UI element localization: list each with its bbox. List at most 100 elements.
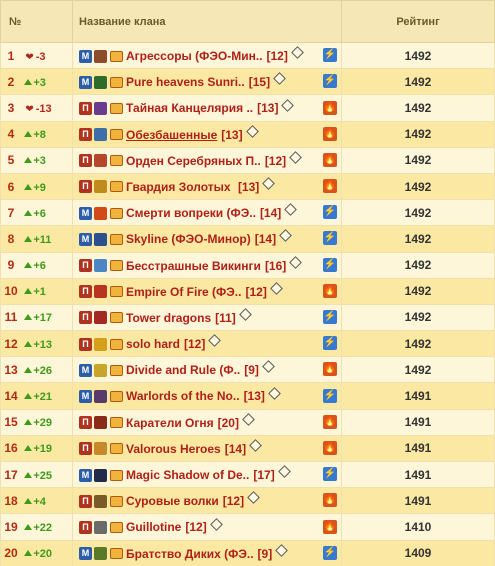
info-icon[interactable]: [275, 543, 289, 557]
rank-number: 2: [7, 74, 15, 89]
info-icon[interactable]: [277, 465, 291, 479]
clan-name-link[interactable]: Guillotine: [126, 520, 181, 534]
info-icon[interactable]: [284, 203, 298, 217]
rating-value: 1491: [341, 382, 495, 410]
info-icon[interactable]: [273, 72, 286, 86]
crown-icon: [110, 260, 123, 271]
arrow-up-icon: [24, 209, 33, 216]
clan-name-link[interactable]: Tower dragons: [126, 311, 211, 325]
rating-value: 1492: [341, 146, 495, 174]
clan-name-link[interactable]: Орден Серебряных П..: [126, 154, 261, 168]
info-icon[interactable]: [289, 255, 303, 269]
clan-name-link[interactable]: Суровые волки: [126, 494, 219, 508]
clan-name-link[interactable]: Агрессоры (ФЭО-Мин..: [126, 49, 263, 63]
rank-cell: 17 +25: [0, 460, 73, 489]
rank-cell: 9 +6: [0, 251, 73, 279]
fire-side-icon: 🔥: [323, 440, 337, 455]
info-icon[interactable]: [249, 439, 262, 452]
rank-change: +6: [33, 260, 46, 273]
info-icon[interactable]: [289, 151, 303, 164]
clan-emblem-icon: [94, 154, 107, 168]
clan-cell: П Tower dragons [11] ⚡: [72, 303, 342, 332]
rank-cell: 12 +13: [0, 330, 73, 358]
clan-cell: П Обезбашенные [13] 🔥: [72, 120, 342, 148]
clan-level: [17]: [253, 468, 275, 482]
crown-icon: [110, 469, 123, 481]
info-icon[interactable]: [262, 177, 276, 190]
clan-name-link[interactable]: Pure heavens Sunri..: [126, 75, 245, 89]
rating-value: 1492: [341, 225, 495, 253]
crown-icon: [110, 364, 123, 376]
light-side-icon: ⚡: [323, 74, 337, 89]
info-icon[interactable]: [238, 308, 252, 321]
clan-level: [12]: [264, 153, 287, 168]
light-side-icon: ⚡: [323, 48, 337, 63]
table-row: 16 +19 П Valorous Heroes [14] 🔥 1491: [0, 434, 495, 463]
table-row: 3 ❤ -13 П Тайная Канцелярия .. [13] 🔥 1492: [0, 94, 495, 122]
faction-icon: M: [79, 389, 92, 403]
table-row: 10 +1 П Empire Of Fire (ФЭ.. [12] 🔥 1492: [0, 277, 495, 305]
clan-name-link[interactable]: Valorous Heroes: [126, 442, 221, 456]
clan-name-link[interactable]: Бесстрашные Викинги: [126, 259, 261, 273]
arrow-up-icon: [24, 445, 33, 452]
info-icon[interactable]: [269, 281, 283, 295]
clan-level: [16]: [264, 258, 287, 273]
clan-emblem-icon: [94, 337, 107, 351]
clan-emblem-icon: [94, 259, 107, 272]
rank-cell: 3 ❤ -13: [0, 94, 73, 122]
faction-icon: П: [79, 416, 92, 430]
info-icon[interactable]: [208, 334, 222, 348]
clan-emblem-icon: [94, 75, 107, 89]
clan-name-link[interactable]: Смерти вопреки (ФЭ..: [126, 206, 256, 220]
rank-change: +26: [33, 364, 53, 377]
info-icon[interactable]: [279, 229, 292, 243]
faction-icon: П: [79, 520, 92, 534]
clan-name-link[interactable]: Братство Диких (ФЭ..: [126, 547, 254, 561]
rating-value: 1410: [341, 513, 495, 541]
info-icon[interactable]: [290, 46, 304, 60]
faction-icon: П: [79, 101, 92, 115]
clan-name-link[interactable]: Каратели Огня: [126, 416, 214, 430]
clan-name-link[interactable]: Empire Of Fire (ФЭ..: [126, 285, 241, 299]
info-icon[interactable]: [209, 517, 223, 531]
rating-value: 1492: [341, 303, 495, 332]
clan-level: [12]: [266, 49, 288, 63]
clan-name-link[interactable]: Warlords of the No..: [126, 389, 240, 403]
clan-name-link[interactable]: Magic Shadow of De..: [126, 468, 249, 482]
info-icon[interactable]: [268, 386, 281, 400]
info-icon[interactable]: [262, 360, 275, 374]
clan-name-link[interactable]: Divide and Rule (Ф..: [126, 363, 240, 377]
rank-number: 12: [4, 336, 18, 351]
clan-cell: M Агрессоры (ФЭО-Мин.. [12] ⚡: [72, 41, 342, 70]
clan-name-link[interactable]: Тайная Канцелярия ..: [126, 101, 253, 115]
clan-name-link[interactable]: Гвардия Золотых: [126, 180, 234, 194]
rank-change: +22: [33, 521, 53, 534]
info-icon[interactable]: [245, 124, 259, 138]
info-icon[interactable]: [281, 98, 295, 112]
clan-name-link[interactable]: Skyline (ФЭО-Минор): [126, 232, 251, 246]
rank-cell: 13 +26: [0, 356, 73, 384]
rating-value: 1491: [341, 460, 495, 489]
rank-number: 13: [4, 362, 18, 377]
faction-icon: П: [79, 128, 92, 142]
table-row: 11 +17 П Tower dragons [11] ⚡ 1492: [0, 303, 495, 332]
clan-cell: M Смерти вопреки (ФЭ.. [14] ⚡: [72, 199, 342, 227]
clan-rating-table: № Название клана Рейтинг 1 ❤ -3 M Агрессор…: [0, 0, 495, 566]
faction-icon: П: [79, 494, 92, 508]
clan-name-link[interactable]: solo hard: [126, 337, 180, 351]
rating-value: 1492: [341, 68, 495, 96]
clan-name-link[interactable]: Обезбашенные: [126, 128, 217, 142]
rank-number: 11: [4, 310, 18, 325]
arrow-up-icon: [24, 393, 33, 400]
crown-icon: [110, 390, 123, 402]
info-icon[interactable]: [247, 491, 260, 505]
clan-level: [9]: [257, 546, 273, 561]
rank-number: 3: [7, 100, 15, 115]
crown-icon: [110, 417, 123, 429]
rating-value: 1491: [341, 487, 495, 515]
info-icon[interactable]: [242, 412, 255, 426]
crown-icon: [110, 76, 123, 88]
table-row: 20 +20 M Братство Диких (ФЭ.. [9] ⚡ 1409: [0, 539, 495, 566]
clan-level: [12]: [245, 284, 267, 299]
rank-cell: 16 +19: [0, 434, 73, 463]
